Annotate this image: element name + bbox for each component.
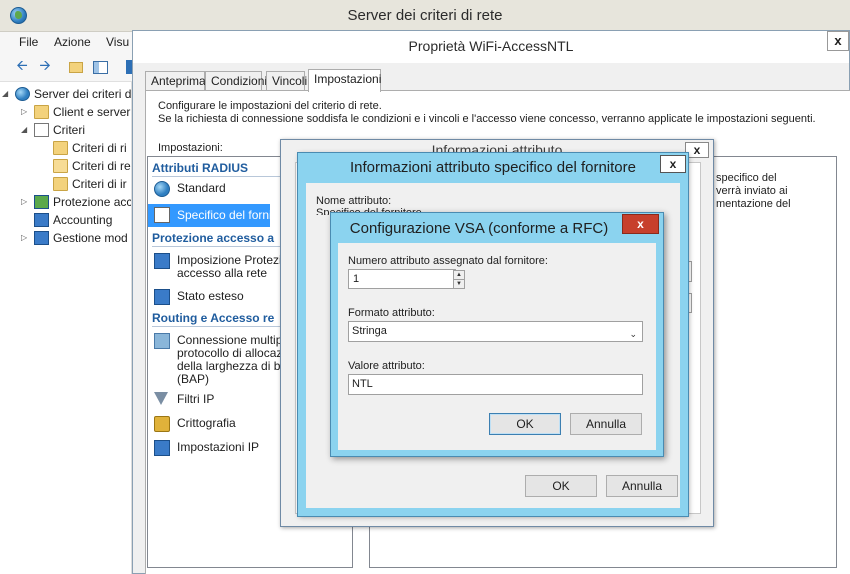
collapse-icon[interactable]: ◢ (2, 85, 8, 103)
attribute-format-select[interactable]: Stringa ⌄ (348, 321, 643, 342)
tree-item-nps-server[interactable]: ◢ Server dei criteri d (2, 85, 131, 103)
tree-item-label: Accounting (53, 213, 113, 227)
network-computer-icon (154, 440, 170, 456)
attribute-value-input[interactable]: NTL (348, 374, 643, 395)
folder-icon (34, 105, 49, 119)
vsa-config-title: Configurazione VSA (conforme a RFC) (349, 220, 609, 237)
list-item-label: Crittografia (177, 416, 236, 430)
back-arrow-icon[interactable]: 🡨 (13, 57, 31, 76)
close-icon[interactable]: x (685, 142, 709, 158)
group-header-protection: Protezione accesso a (152, 231, 275, 245)
globe-icon (154, 181, 170, 197)
detail-text-line3: mentazione del (716, 198, 791, 210)
collapse-icon[interactable]: ◢ (21, 121, 27, 139)
cancel-button[interactable]: Annulla (606, 475, 678, 497)
expand-icon[interactable]: ▷ (21, 103, 27, 121)
menu-file[interactable]: File (19, 35, 38, 49)
tree-item-policies[interactable]: ◢ Criteri (21, 121, 85, 139)
settings-description-line2: Se la richiesta di connessione soddisfa … (158, 113, 816, 125)
vsa-config-dialog: Configurazione VSA (conforme a RFC) x Nu… (330, 212, 664, 457)
settings-list-label: Impostazioni: (158, 142, 223, 154)
folder-icon (53, 141, 68, 155)
tree-item-templates-management[interactable]: ▷ Gestione mod (21, 229, 128, 247)
tree-item-label: Criteri di ri (72, 141, 127, 155)
shield-computer-icon (34, 195, 49, 209)
list-item-vendor-specific[interactable]: Specifico del fornito (148, 204, 282, 227)
menu-view[interactable]: Visu (106, 35, 129, 49)
filter-icon (154, 392, 168, 405)
show-console-tree-icon[interactable] (91, 58, 109, 76)
list-item-label: Filtri IP (177, 392, 215, 406)
tree-item-health-policies[interactable]: Criteri di ir (53, 175, 127, 193)
multilink-icon (154, 333, 170, 349)
tree-item-label: Criteri (53, 123, 85, 137)
list-item-label-line2: accesso alla rete (177, 266, 268, 280)
properties-window-title: Proprietà WiFi-AccessNTL (408, 38, 574, 54)
vsa-config-body: Numero attributo assegnato dal fornitore… (338, 243, 656, 450)
tree-item-label: Gestione mod (53, 231, 128, 245)
tree-item-label: Server dei criteri d (34, 87, 132, 101)
computer-icon (154, 253, 170, 269)
tab-overview[interactable]: Anteprima (145, 71, 206, 91)
tree-item-connection-request-policies[interactable]: Criteri di ri (53, 139, 127, 157)
close-icon[interactable]: x (660, 155, 686, 173)
tab-constraints[interactable]: Vincoli (266, 71, 307, 91)
console-tree: ◢ Server dei criteri d ▷ Client e server… (0, 82, 132, 574)
tab-settings[interactable]: Impostazioni (308, 69, 381, 92)
computer-icon (34, 231, 49, 245)
main-titlebar: Server dei criteri di rete (0, 0, 850, 32)
attribute-format-label: Formato attributo: (348, 307, 435, 319)
tree-item-label: Criteri di ir (72, 177, 127, 191)
tree-item-label: Protezione acc (53, 195, 132, 209)
list-item-label: Stato esteso (177, 289, 244, 303)
close-icon[interactable]: x (622, 214, 659, 234)
lock-icon (154, 416, 170, 432)
ok-button[interactable]: OK (525, 475, 597, 497)
tab-conditions[interactable]: Condizioni (205, 71, 267, 91)
tree-item-network-policies[interactable]: Criteri di re (53, 157, 131, 175)
cancel-button[interactable]: Annulla (570, 413, 642, 435)
attribute-value-label: Valore attributo: (348, 360, 425, 372)
forward-arrow-icon[interactable]: 🡪 (36, 57, 54, 76)
folder-open-icon (53, 159, 68, 173)
accounting-icon (34, 213, 49, 227)
expand-icon[interactable]: ▷ (21, 193, 27, 211)
spin-down-icon[interactable]: ▼ (453, 279, 465, 289)
expand-icon[interactable]: ▷ (21, 229, 27, 247)
list-item-label: Specifico del fornito (177, 208, 282, 222)
list-item-label-line4: (BAP) (177, 372, 210, 386)
tree-item-clients-servers[interactable]: ▷ Client e server (21, 103, 130, 121)
tree-item-network-access-protection[interactable]: ▷ Protezione acc (21, 193, 132, 211)
document-icon (34, 123, 49, 137)
tree-item-accounting[interactable]: Accounting (34, 211, 112, 229)
vendor-attribute-title: Informazioni attributo specifico del for… (350, 159, 636, 176)
globe-icon (15, 87, 30, 101)
up-folder-icon[interactable] (67, 58, 85, 76)
vendor-attribute-number-input[interactable]: 1 (348, 269, 456, 289)
tree-item-label: Client e server (53, 105, 131, 119)
attribute-format-value: Stringa (352, 325, 387, 337)
vendor-attribute-number-label: Numero attributo assegnato dal fornitore… (348, 255, 548, 267)
chevron-down-icon: ⌄ (629, 329, 637, 339)
detail-text-line2: verrà inviato ai (716, 185, 788, 197)
folder-icon (53, 177, 68, 191)
computer-icon (154, 289, 170, 305)
main-window-title: Server dei criteri di rete (347, 7, 503, 24)
attribute-name-label: Nome attributo: (316, 195, 392, 207)
checklist-icon (154, 207, 170, 223)
ok-button[interactable]: OK (489, 413, 561, 435)
tree-item-label: Criteri di re (72, 159, 131, 173)
settings-description-line1: Configurare le impostazioni del criterio… (158, 100, 382, 112)
list-item-label: Standard (177, 181, 226, 195)
detail-text-line1: specifico del (716, 172, 777, 184)
group-header-routing: Routing e Accesso re (152, 311, 275, 325)
list-item-label: Impostazioni IP (177, 440, 260, 454)
group-header-radius: Attributi RADIUS (152, 161, 248, 175)
properties-titlebar: Proprietà WiFi-AccessNTL x (133, 31, 849, 63)
menu-action[interactable]: Azione (54, 35, 91, 49)
close-icon[interactable]: x (827, 31, 849, 51)
